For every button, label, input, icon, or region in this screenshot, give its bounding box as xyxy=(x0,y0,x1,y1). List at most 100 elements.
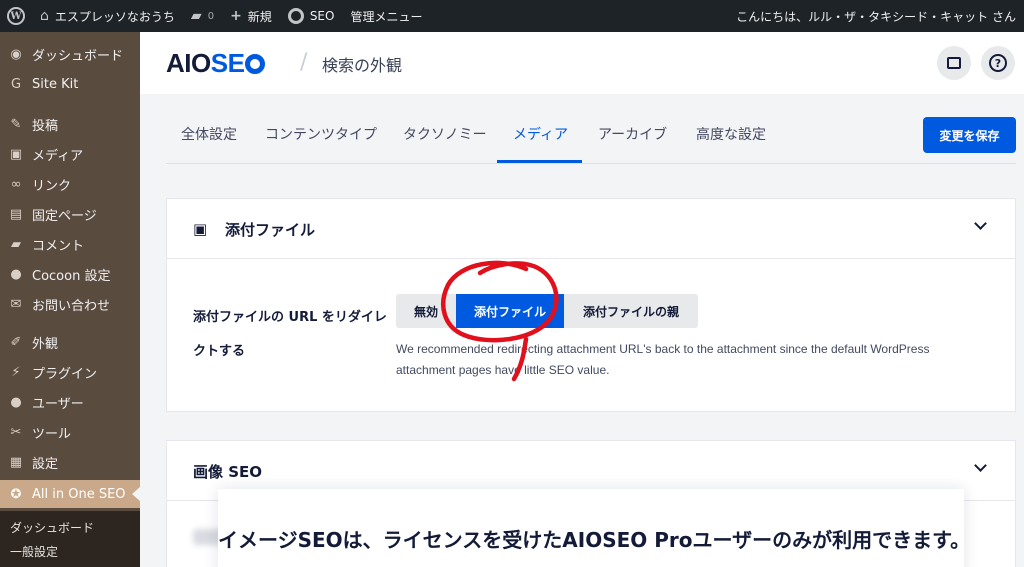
option-attachment-parent[interactable]: 添付ファイルの親 xyxy=(564,294,698,328)
pro-upsell-text: イメージSEOは、ライセンスを受けたAIOSEO Proユーザーのみが利用できま… xyxy=(218,528,971,552)
aioseo-submenu: ダッシュボード 一般設定 xyxy=(0,511,140,567)
redirect-attachment-url-label: 添付ファイルの URL をリダイレクトする xyxy=(193,310,387,359)
media-icon: ▣ xyxy=(193,220,208,238)
help-icon: ? xyxy=(989,54,1007,72)
sidebar-item-dashboard[interactable]: ◉ ダッシュボード xyxy=(0,40,140,68)
submenu-item-dashboard[interactable]: ダッシュボード xyxy=(10,519,94,536)
help-button[interactable]: ? xyxy=(981,46,1015,80)
sidebar-item-label: メディア xyxy=(32,148,84,164)
sidebar-item-settings[interactable]: ▦ 設定 xyxy=(0,448,140,476)
sidebar-item-media[interactable]: ▣ メディア xyxy=(0,140,140,168)
sidebar-item-label: Cocoon 設定 xyxy=(32,268,111,284)
inbox-icon xyxy=(947,57,961,69)
sidebar-item-site-kit[interactable]: G Site Kit xyxy=(0,70,140,98)
attachments-card-header[interactable]: ▣ 添付ファイル xyxy=(167,199,1015,259)
pin-icon: ✎ xyxy=(10,116,22,132)
comments-count: 0 xyxy=(207,10,215,22)
sidebar-item-label: 投稿 xyxy=(32,118,59,134)
comment-icon: ▰ xyxy=(11,236,21,252)
sidebar-item-comment[interactable]: ▰ コメント xyxy=(0,230,140,258)
new-label: 新規 xyxy=(247,9,272,24)
tab-taxonomies[interactable]: タクソノミー xyxy=(403,124,487,144)
sidebar-item-cocoon[interactable]: ● Cocoon 設定 xyxy=(0,260,140,288)
sidebar-item-aioseo[interactable]: ✪ All in One SEO xyxy=(0,480,140,508)
logo-gear-icon xyxy=(245,53,266,74)
mail-icon: ✉ xyxy=(10,296,22,312)
active-menu-arrow xyxy=(132,487,140,501)
sidebar-item-link[interactable]: ∞ リンク xyxy=(0,170,140,198)
comment-icon: ▰ xyxy=(190,8,202,24)
logo-text-seo: SE xyxy=(210,48,245,78)
sidebar-item-plugin[interactable]: ⚡ プラグイン xyxy=(0,358,140,386)
tab-content-types[interactable]: コンテンツタイプ xyxy=(265,124,377,144)
dashboard-icon: ◉ xyxy=(10,46,22,62)
sidebar-item-label: リンク xyxy=(32,178,72,194)
tab-advanced[interactable]: 高度な設定 xyxy=(696,124,766,144)
header-divider: / xyxy=(300,50,308,75)
media-icon: ▣ xyxy=(9,146,23,162)
logo-text-aio: AIO xyxy=(166,48,211,78)
link-icon: ∞ xyxy=(10,176,22,192)
admin-bar: W ⌂ エスプレッソなおうち ▰ 0 + 新規 SEO 管理メニュー こんにちは… xyxy=(0,0,1024,32)
sidebar-item-label: All in One SEO xyxy=(32,486,126,502)
sidebar-item-label: 設定 xyxy=(32,456,59,472)
seo-menu-link[interactable]: SEO xyxy=(280,0,343,32)
user-icon: ● xyxy=(10,394,22,410)
redirect-description: We recommended redirecting attachment UR… xyxy=(396,342,930,377)
active-tab-indicator xyxy=(497,160,582,163)
sidebar-item-label: ダッシュボード xyxy=(32,48,124,64)
settings-tabs: 全体設定 コンテンツタイプ タクソノミー メディア アーカイブ 高度な設定 xyxy=(166,112,1016,164)
sidebar-item-label: 外観 xyxy=(32,336,59,352)
new-content-link[interactable]: + 新規 xyxy=(222,0,280,32)
tab-media[interactable]: メディア xyxy=(513,124,568,144)
cocoon-icon: ● xyxy=(10,266,22,282)
plugin-icon: ⚡ xyxy=(11,364,21,380)
notifications-button[interactable] xyxy=(937,46,971,80)
sidebar-item-tools[interactable]: ✂ ツール xyxy=(0,418,140,446)
sidebar-item-label: ツール xyxy=(32,426,72,442)
chevron-down-icon[interactable] xyxy=(974,459,987,472)
wordpress-logo-button[interactable]: W xyxy=(0,0,32,32)
comments-link[interactable]: ▰ 0 xyxy=(183,0,222,32)
admin-menu-label: 管理メニュー xyxy=(350,9,423,24)
page-title: 検索の外観 xyxy=(322,56,403,75)
sidebar-item-user[interactable]: ● ユーザー xyxy=(0,388,140,416)
option-attachment[interactable]: 添付ファイル xyxy=(456,294,564,328)
attachments-card: ▣ 添付ファイル 添付ファイルの URL をリダイレクトする 無効 添付ファイル… xyxy=(166,198,1016,412)
page-icon: ▤ xyxy=(9,206,23,222)
sidebar-item-appearance[interactable]: ✐ 外観 xyxy=(0,328,140,356)
sidebar-item-page[interactable]: ▤ 固定ページ xyxy=(0,200,140,228)
greeting: こんにちは、ルル・ザ・タキシード・キャット さん xyxy=(736,9,1016,24)
settings-icon: ▦ xyxy=(9,454,23,470)
sidebar-item-label: 固定ページ xyxy=(32,208,97,224)
sidebar-item-label: コメント xyxy=(32,238,85,254)
aioseo-icon: ✪ xyxy=(10,486,22,502)
option-disabled[interactable]: 無効 xyxy=(396,294,456,328)
site-name-link[interactable]: ⌂ エスプレッソなおうち xyxy=(32,0,183,32)
aioseo-gear-icon xyxy=(287,8,304,24)
tools-icon: ✂ xyxy=(10,424,22,440)
sidebar-item-mail[interactable]: ✉ お問い合わせ xyxy=(0,290,140,318)
save-changes-button[interactable]: 変更を保存 xyxy=(923,117,1016,153)
sidebar-item-pin[interactable]: ✎ 投稿 xyxy=(0,110,140,138)
sidebar-item-label: Site Kit xyxy=(32,76,79,92)
admin-menu-link[interactable]: 管理メニュー xyxy=(342,0,430,32)
site-name: エスプレッソなおうち xyxy=(54,9,175,24)
site-kit-icon: G xyxy=(10,76,22,92)
account-menu[interactable]: こんにちは、ルル・ザ・タキシード・キャット さん xyxy=(728,0,1024,32)
attachments-card-title: 添付ファイル xyxy=(225,221,316,239)
sidebar-item-label: プラグイン xyxy=(32,366,98,382)
sidebar-item-label: お問い合わせ xyxy=(32,298,111,314)
wordpress-icon: W xyxy=(7,7,25,25)
pro-upsell-overlay: イメージSEOは、ライセンスを受けたAIOSEO Proユーザーのみが利用できま… xyxy=(218,489,971,567)
tab-archives[interactable]: アーカイブ xyxy=(598,124,667,144)
image-seo-card-title: 画像 SEO xyxy=(193,463,263,481)
redirect-options-group: 無効 添付ファイル 添付ファイルの親 xyxy=(396,294,698,328)
tab-general[interactable]: 全体設定 xyxy=(181,124,237,144)
admin-sidebar: ◉ ダッシュボード G Site Kit ✎ 投稿 ▣ メディア ∞ リンク ▤ 固定ページ ▰ コメント… xyxy=(0,32,140,567)
chevron-down-icon[interactable] xyxy=(974,217,987,230)
appearance-icon: ✐ xyxy=(10,334,22,350)
submenu-item-general-settings[interactable]: 一般設定 xyxy=(10,543,58,560)
home-icon: ⌂ xyxy=(40,8,49,24)
seo-label: SEO xyxy=(309,9,335,23)
